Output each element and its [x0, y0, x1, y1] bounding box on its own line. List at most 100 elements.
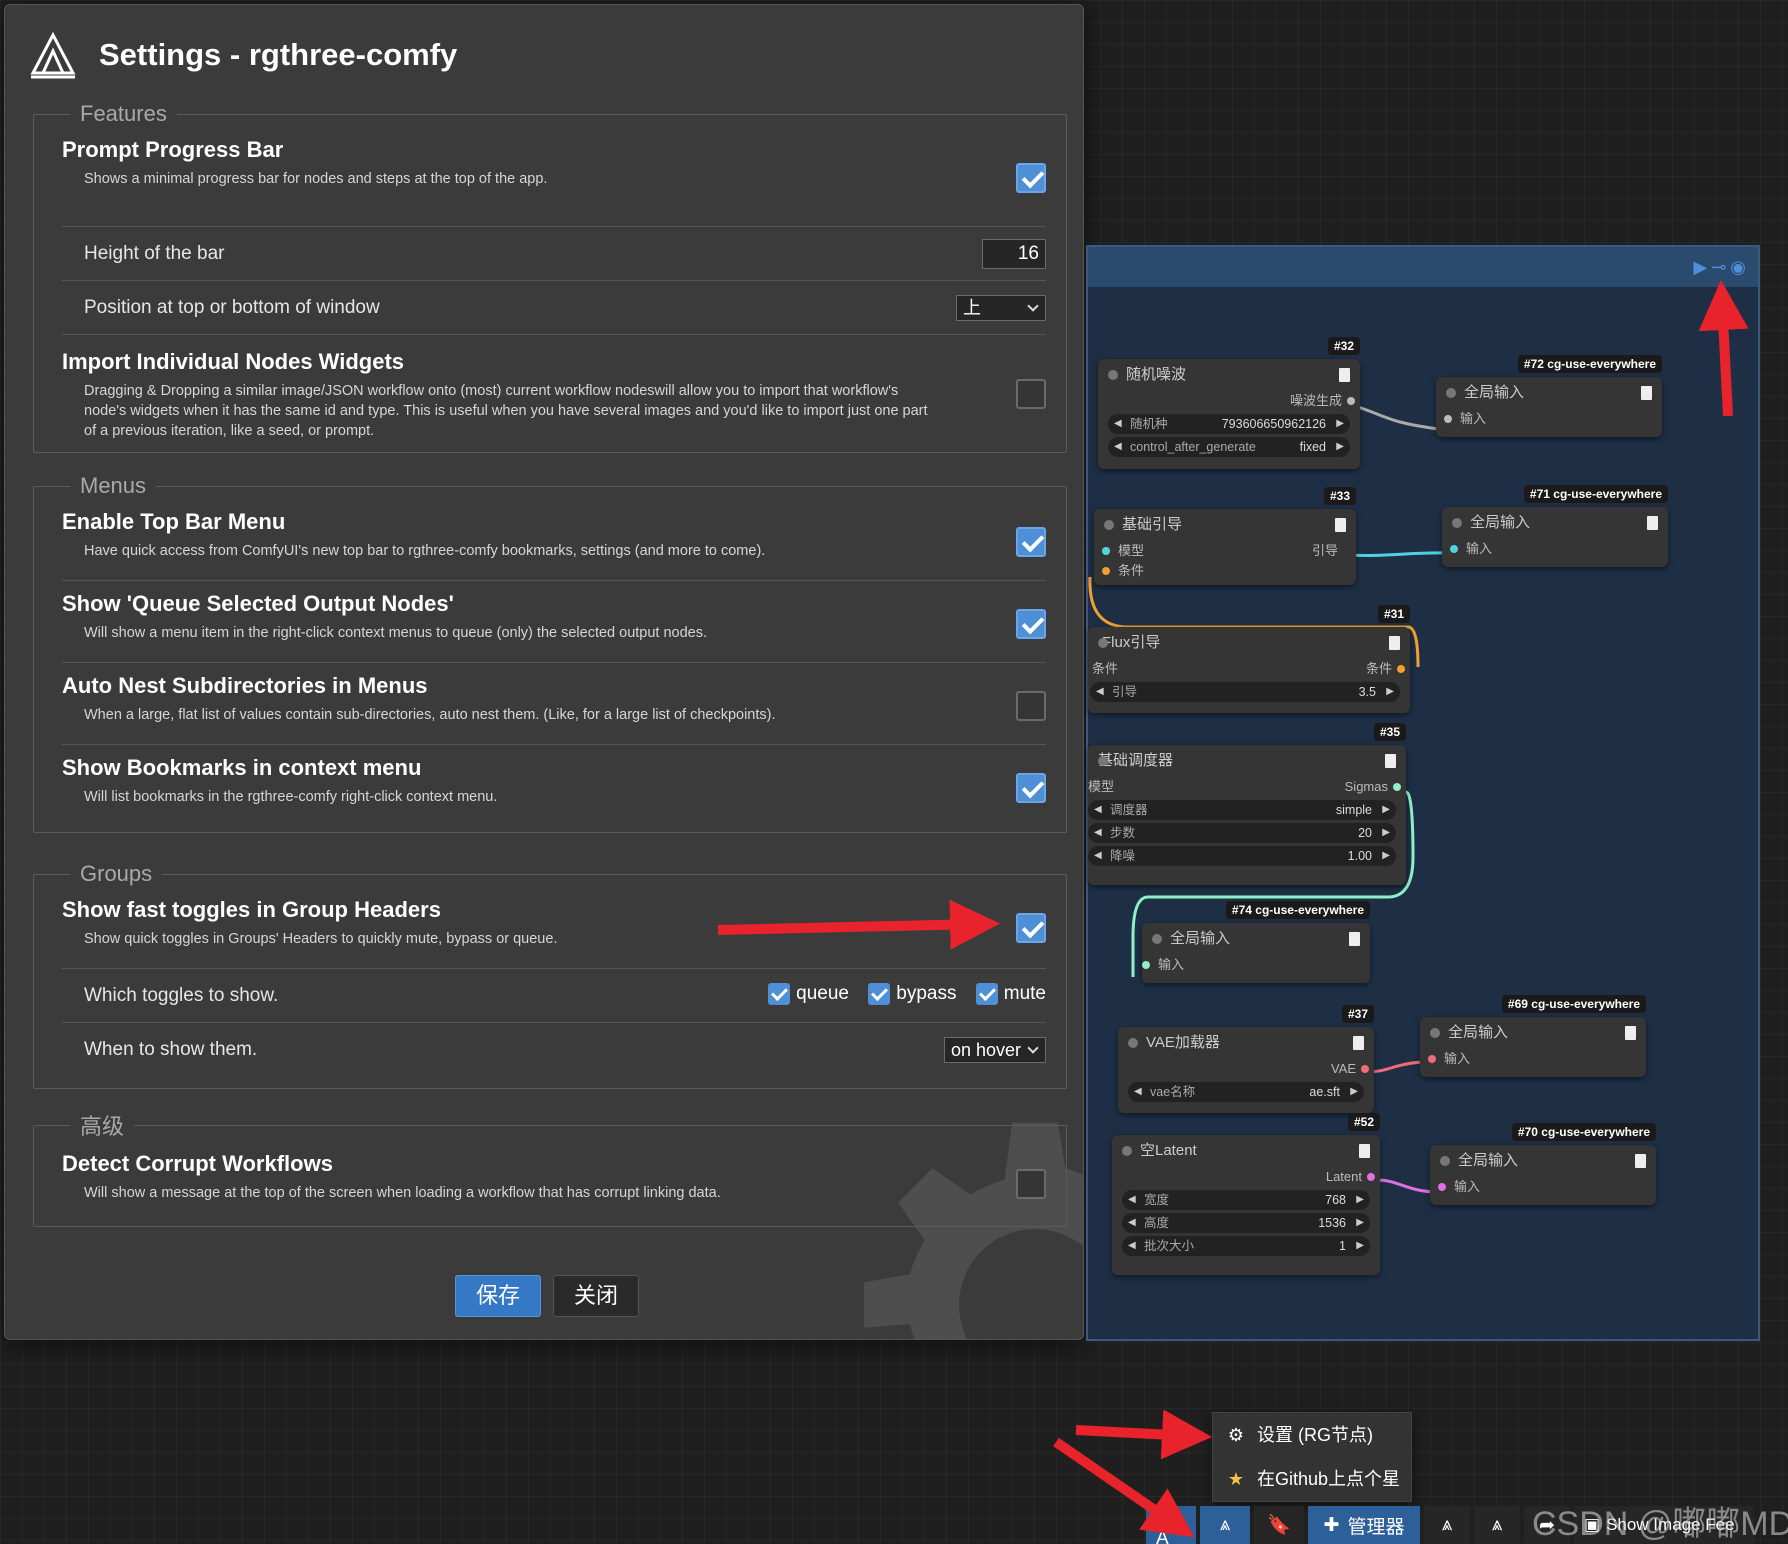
port-dot[interactable] — [1102, 567, 1110, 575]
detect-corrupt-checkbox[interactable] — [1016, 1169, 1046, 1199]
prompt-progress-checkbox[interactable] — [1016, 163, 1046, 193]
output-port[interactable]: 噪波生成 — [1098, 391, 1360, 411]
node-basic-guider[interactable]: #33 基础引导 模型 引导 条件 — [1094, 487, 1356, 585]
scheduler-widget[interactable]: 调度器 simple — [1088, 800, 1396, 820]
arrow-to-settings-menu — [1075, 1409, 1212, 1460]
width-widget[interactable]: 宽度 768 — [1122, 1190, 1370, 1210]
document-icon[interactable] — [1349, 932, 1360, 946]
denoise-widget[interactable]: 降噪 1.00 — [1088, 846, 1396, 866]
document-icon[interactable] — [1389, 636, 1400, 650]
port-dot-out[interactable] — [1393, 783, 1401, 791]
document-icon[interactable] — [1635, 1154, 1646, 1168]
document-icon[interactable] — [1335, 518, 1346, 532]
menu-item-settings[interactable]: ⚙ 设置 (RG节点) — [1213, 1413, 1411, 1457]
node-id: #33 — [1323, 487, 1356, 505]
output-port[interactable]: Latent — [1112, 1167, 1380, 1187]
bookmark-button[interactable]: 🔖 — [1254, 1506, 1304, 1544]
cond-ports[interactable]: 条件 条件 — [1088, 659, 1410, 679]
node-title[interactable]: 基础调度器 — [1088, 745, 1406, 777]
node-global-input-72[interactable]: #72 cg-use-everywhere 全局输入 输入 — [1436, 355, 1662, 437]
node-global-input-74[interactable]: #74 cg-use-everywhere 全局输入 输入 — [1142, 901, 1370, 983]
document-icon[interactable] — [1385, 754, 1396, 768]
translate-button[interactable]: 文A — [1146, 1506, 1196, 1544]
rgthree-menu-button[interactable]: ⩓ — [1200, 1506, 1250, 1544]
rgthree-button-2[interactable]: ⩓ — [1424, 1506, 1470, 1544]
input-port[interactable]: 输入 — [1442, 539, 1668, 559]
queue-selected-checkbox[interactable] — [1016, 609, 1046, 639]
node-title[interactable]: Flux引导 — [1088, 627, 1410, 659]
input-port[interactable]: 输入 — [1430, 1177, 1656, 1197]
node-title[interactable]: 随机噪波 — [1098, 359, 1360, 391]
port-dot[interactable] — [1428, 1055, 1436, 1063]
document-icon[interactable] — [1353, 1036, 1364, 1050]
node-title[interactable]: 全局输入 — [1142, 923, 1370, 955]
node-global-input-69[interactable]: #69 cg-use-everywhere 全局输入 输入 — [1420, 995, 1646, 1077]
workflow-group[interactable]: ▶⊸◉ #32 随机噪波 噪波生成 随机种793606650962126 con… — [1086, 245, 1760, 1341]
node-global-input-71[interactable]: #71 cg-use-everywhere 全局输入 输入 — [1442, 485, 1668, 567]
steps-widget[interactable]: 步数 20 — [1088, 823, 1396, 843]
port-dot-out[interactable] — [1397, 665, 1405, 673]
port-dot[interactable] — [1450, 545, 1458, 553]
node-flux-guidance[interactable]: #31 Flux引导 条件 条件 引导 3.5 — [1088, 605, 1410, 713]
bar-height-input[interactable]: 16 — [982, 239, 1046, 269]
node-basic-scheduler[interactable]: #35 基础调度器 模型 Sigmas 调度器 simple 步数 20 降噪 1.00 — [1088, 723, 1406, 885]
bypass-checkbox[interactable] — [868, 983, 891, 1005]
rgthree-button-3[interactable]: ⩓ — [1474, 1506, 1520, 1544]
port-dot[interactable] — [1347, 397, 1355, 405]
port-dot[interactable] — [1367, 1173, 1375, 1181]
node-vae-loader[interactable]: #37 VAE加载器 VAE vae名称 ae.sft — [1118, 1005, 1374, 1113]
bar-position-select[interactable]: 上 — [956, 295, 1046, 321]
mute-checkbox[interactable] — [975, 983, 998, 1005]
manager-button[interactable]: ✚ 管理器 — [1308, 1506, 1420, 1544]
port-dot-out[interactable] — [1102, 547, 1110, 555]
guidance-widget[interactable]: 引导 3.5 — [1090, 682, 1400, 702]
save-button[interactable]: 保存 — [455, 1275, 542, 1317]
document-icon[interactable] — [1339, 368, 1350, 382]
document-icon[interactable] — [1359, 1144, 1370, 1158]
import-widgets-checkbox[interactable] — [1016, 379, 1046, 409]
port-dot[interactable] — [1438, 1183, 1446, 1191]
seed-widget[interactable]: 随机种 793606650962126 — [1108, 414, 1350, 434]
node-title[interactable]: 全局输入 — [1436, 377, 1662, 409]
port-dot[interactable] — [1444, 415, 1452, 423]
toggle-bypass[interactable]: bypass — [868, 983, 956, 1005]
ports[interactable]: 模型 Sigmas — [1088, 777, 1406, 797]
vae-name-widget[interactable]: vae名称 ae.sft — [1128, 1082, 1364, 1102]
close-button[interactable]: 关闭 — [553, 1275, 640, 1317]
input-port-cond[interactable]: 条件 — [1094, 561, 1356, 581]
when-show-select[interactable]: on hover — [943, 1037, 1046, 1063]
top-bar-checkbox[interactable] — [1016, 527, 1046, 557]
port-dot[interactable] — [1361, 1065, 1369, 1073]
node-title[interactable]: 全局输入 — [1430, 1145, 1656, 1177]
document-icon[interactable] — [1641, 386, 1652, 400]
node-title[interactable]: VAE加载器 — [1118, 1027, 1374, 1059]
queue-checkbox[interactable] — [768, 983, 791, 1005]
batch-size-widget[interactable]: 批次大小 1 — [1122, 1236, 1370, 1256]
bookmarks-checkbox[interactable] — [1016, 773, 1046, 803]
node-title[interactable]: 基础引导 — [1094, 509, 1356, 541]
control-widget[interactable]: control_after_generate fixed — [1108, 437, 1350, 457]
auto-nest-checkbox[interactable] — [1016, 691, 1046, 721]
node-title[interactable]: 全局输入 — [1442, 507, 1668, 539]
gear-icon: ⚙ — [1227, 1425, 1245, 1445]
output-port[interactable]: VAE — [1118, 1059, 1374, 1079]
toggle-queue[interactable]: queue — [768, 983, 849, 1005]
height-widget[interactable]: 高度 1536 — [1122, 1213, 1370, 1233]
port-label-out: 条件 — [1365, 661, 1392, 676]
fast-toggles-checkbox[interactable] — [1016, 913, 1046, 943]
input-port[interactable]: 输入 — [1436, 409, 1662, 429]
node-title[interactable]: 全局输入 — [1420, 1017, 1646, 1049]
node-global-input-70[interactable]: #70 cg-use-everywhere 全局输入 输入 — [1430, 1123, 1656, 1205]
input-port-model[interactable]: 模型 引导 — [1094, 541, 1356, 561]
input-port[interactable]: 输入 — [1142, 955, 1370, 975]
node-title[interactable]: 空Latent — [1112, 1135, 1380, 1167]
menu-item-github-star[interactable]: ★ 在Github上点个星 — [1213, 1457, 1411, 1501]
port-dot[interactable] — [1142, 961, 1150, 969]
node-empty-latent[interactable]: #52 空Latent Latent 宽度 768 高度 1536 批次大小 1 — [1112, 1113, 1380, 1275]
document-icon[interactable] — [1647, 516, 1658, 530]
document-icon[interactable] — [1625, 1026, 1636, 1040]
node-random-noise[interactable]: #32 随机噪波 噪波生成 随机种 793606650962126 control… — [1098, 337, 1360, 469]
toggle-mute[interactable]: mute — [975, 983, 1046, 1005]
queue-selected-row: Show 'Queue Selected Output Nodes' Will … — [62, 581, 1046, 663]
input-port[interactable]: 输入 — [1420, 1049, 1646, 1069]
